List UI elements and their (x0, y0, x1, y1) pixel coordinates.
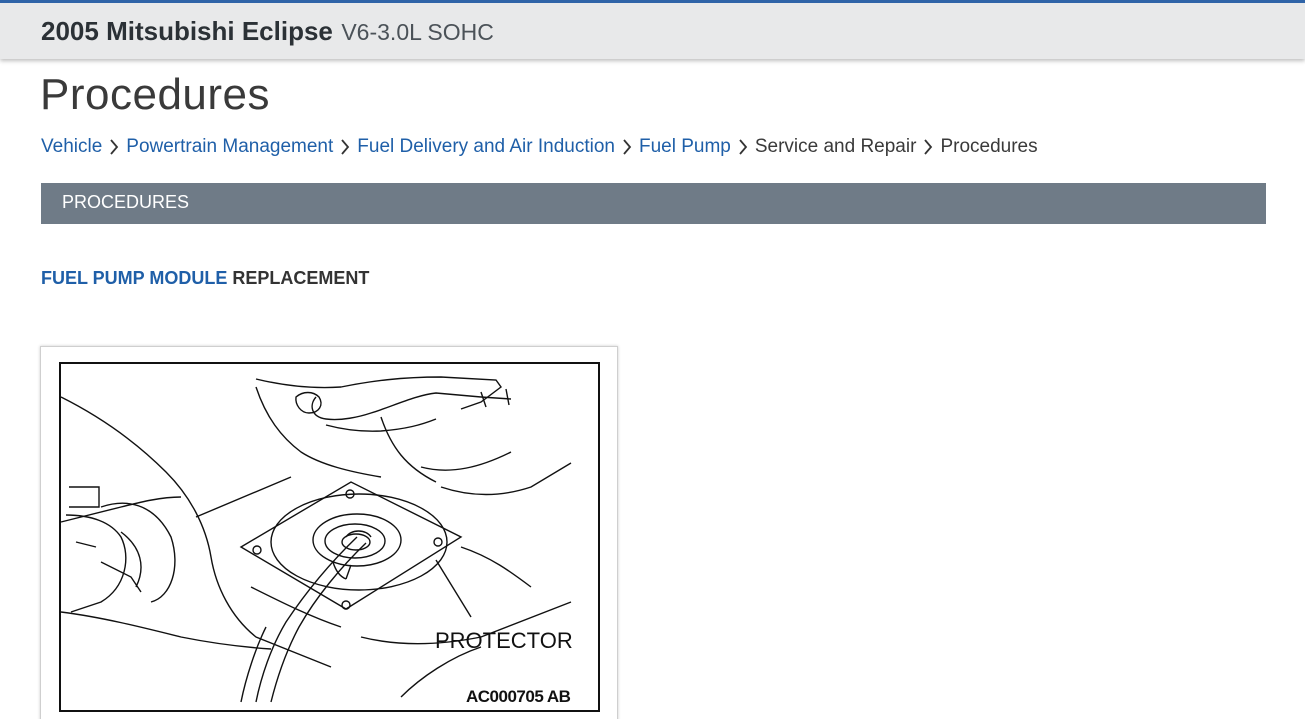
section-title: PROCEDURES (62, 192, 190, 212)
procedure-heading-text: REPLACEMENT (232, 268, 370, 288)
figure-code: AC000705 AB (466, 687, 571, 706)
vehicle-engine: V6-3.0L SOHC (341, 19, 494, 45)
chevron-right-icon (916, 139, 940, 155)
chevron-right-icon (333, 139, 357, 155)
fuel-pump-module-link[interactable]: FUEL PUMP MODULE (41, 268, 227, 288)
vehicle-header: 2005 Mitsubishi Eclipse V6-3.0L SOHC (0, 0, 1305, 59)
chevron-right-icon (102, 139, 126, 155)
breadcrumb-procedures: Procedures (940, 136, 1038, 157)
procedure-illustration[interactable]: PROTECTOR AC000705 AB (40, 346, 618, 719)
vehicle-name: 2005 Mitsubishi Eclipse (41, 16, 333, 46)
vehicle-title: 2005 Mitsubishi Eclipse V6-3.0L SOHC (41, 16, 494, 47)
chevron-right-icon (731, 139, 755, 155)
breadcrumb-vehicle[interactable]: Vehicle (41, 136, 102, 158)
breadcrumb-fuel-delivery[interactable]: Fuel Delivery and Air Induction (357, 136, 615, 158)
procedure-heading: FUEL PUMP MODULE REPLACEMENT (41, 268, 369, 289)
chevron-right-icon (615, 139, 639, 155)
breadcrumb-powertrain-management[interactable]: Powertrain Management (126, 136, 333, 158)
breadcrumb: Vehicle Powertrain Management Fuel Deliv… (41, 134, 1038, 160)
breadcrumb-service-and-repair: Service and Repair (754, 136, 917, 157)
page-title: Procedures (40, 70, 271, 119)
section-header: PROCEDURES (41, 183, 1266, 224)
fuel-pump-diagram (59, 362, 600, 712)
protector-label: PROTECTOR (435, 628, 573, 653)
breadcrumb-fuel-pump[interactable]: Fuel Pump (639, 136, 731, 158)
